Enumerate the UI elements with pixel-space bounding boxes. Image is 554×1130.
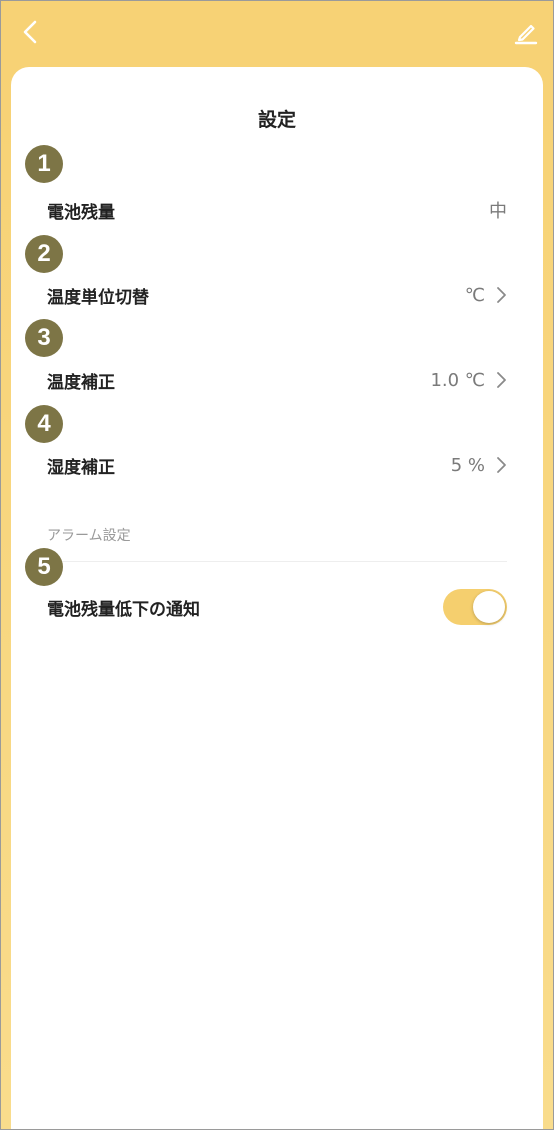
humidity-correction-row[interactable]: 湿度補正 5 % — [47, 448, 507, 482]
app-frame: 設定 1 電池残量 中 2 温度単位切替 ℃ 3 温度補正 1.0 ℃ 4 湿度… — [0, 0, 554, 1130]
chevron-right-icon — [497, 372, 506, 388]
step-badge-3: 3 — [25, 319, 63, 357]
top-bar — [1, 1, 553, 67]
temperature-unit-row[interactable]: 温度単位切替 ℃ — [47, 278, 507, 312]
alarm-section-title: アラーム設定 — [47, 528, 131, 544]
temperature-unit-label: 温度単位切替 — [47, 287, 149, 308]
temperature-correction-right: 1.0 ℃ — [430, 370, 507, 391]
battery-level-value: 中 — [489, 201, 507, 222]
step-badge-2: 2 — [25, 235, 63, 273]
right-edge — [543, 67, 553, 1129]
temperature-correction-label: 温度補正 — [47, 372, 115, 393]
step-badge-1: 1 — [25, 145, 63, 183]
humidity-correction-label: 湿度補正 — [47, 457, 115, 478]
edit-button[interactable] — [509, 15, 543, 49]
temperature-correction-row[interactable]: 温度補正 1.0 ℃ — [47, 363, 507, 397]
toggle-knob — [473, 591, 505, 623]
chevron-left-icon — [23, 20, 37, 44]
chevron-right-icon — [497, 287, 506, 303]
temperature-correction-value: 1.0 ℃ — [430, 369, 485, 391]
pencil-icon — [514, 24, 538, 45]
temperature-unit-right: ℃ — [465, 285, 507, 306]
back-button[interactable] — [13, 15, 47, 49]
battery-level-row: 電池残量 中 — [47, 193, 507, 227]
battery-level-label: 電池残量 — [47, 202, 115, 223]
left-edge — [1, 67, 11, 1129]
low-battery-notification-row: 電池残量低下の通知 — [47, 588, 507, 626]
temperature-unit-value: ℃ — [464, 284, 485, 306]
chevron-right-icon — [497, 457, 506, 473]
step-badge-4: 4 — [25, 405, 63, 443]
settings-card: 設定 1 電池残量 中 2 温度単位切替 ℃ 3 温度補正 1.0 ℃ 4 湿度… — [11, 67, 543, 1129]
section-divider — [47, 561, 507, 562]
humidity-correction-right: 5 % — [451, 455, 507, 476]
battery-level-right: 中 — [489, 197, 507, 223]
low-battery-notification-toggle[interactable] — [443, 589, 507, 625]
humidity-correction-value: 5 % — [450, 454, 485, 476]
low-battery-notification-label: 電池残量低下の通知 — [47, 599, 200, 620]
page-title: 設定 — [257, 109, 296, 131]
step-badge-5: 5 — [25, 548, 63, 586]
